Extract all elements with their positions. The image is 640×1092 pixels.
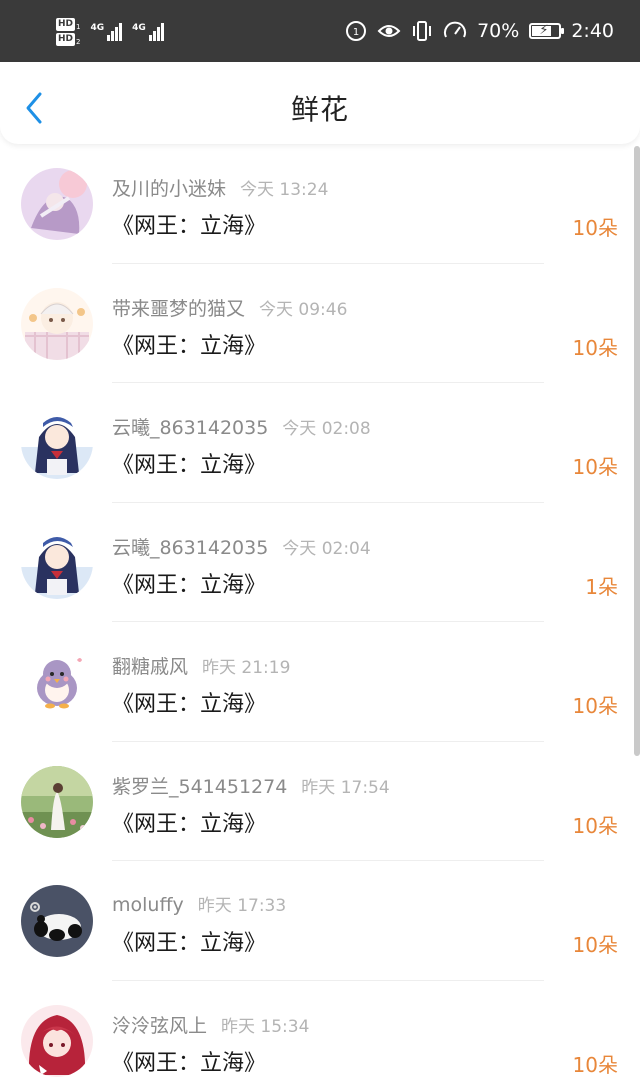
hd2-sub: 2 (76, 38, 81, 46)
book-title[interactable]: 《网王：立海》 (112, 328, 266, 360)
signal-icon: 4G (132, 23, 164, 41)
list-item[interactable]: 云曦_863142035 今天 02:04 《网王：立海》 1朵 (0, 502, 640, 622)
flower-list[interactable]: 及川的小迷妹 今天 13:24 《网王：立海》 10朵 带来噩梦的猫又 今天 09:46 《… (0, 144, 640, 1092)
timestamp: 昨天 17:54 (301, 777, 390, 798)
username[interactable]: 云曦_863142035 (112, 537, 268, 559)
data-saver-icon: 1 (346, 21, 367, 41)
flower-field-avatar[interactable] (21, 765, 93, 838)
flower-count: 10朵 (572, 335, 618, 360)
list-item[interactable]: 云曦_863142035 今天 02:08 《网王：立海》 10朵 (0, 383, 640, 503)
timestamp: 今天 02:04 (282, 538, 371, 559)
red-hair-girl-avatar[interactable] (21, 1004, 93, 1077)
vibrate-icon (413, 21, 432, 41)
panda-avatar[interactable] (21, 885, 93, 957)
timestamp: 今天 13:24 (240, 180, 329, 200)
book-title[interactable]: 《网王：立海》 (112, 806, 266, 838)
list-item[interactable]: moluffy 昨天 17:33 《网王：立海》 10朵 (0, 861, 640, 981)
timestamp: 今天 09:46 (259, 299, 348, 320)
username[interactable]: 带来噩梦的猫又 (112, 298, 245, 320)
signal1-label: 4G (90, 23, 105, 33)
flower-count: 10朵 (572, 1052, 618, 1077)
book-title[interactable]: 《网王：立海》 (112, 447, 266, 479)
user-line: 泠泠弦风上 昨天 15:34 (112, 1011, 309, 1038)
clock: 2:40 (571, 20, 614, 42)
flower-count: 10朵 (572, 813, 618, 838)
anime-girl-pink-avatar[interactable] (21, 168, 93, 240)
flower-count: 10朵 (572, 694, 618, 718)
timestamp: 今天 02:08 (282, 419, 371, 439)
status-right: 1 70% ⚡ 2:40 (345, 16, 614, 46)
username[interactable]: 云曦_863142035 (112, 417, 268, 439)
eye-comfort-icon (377, 25, 401, 37)
timestamp: 昨天 17:33 (197, 896, 287, 916)
scrollbar[interactable] (634, 146, 640, 756)
book-title[interactable]: 《网王：立海》 (112, 567, 266, 599)
signal-icon: 4G (90, 23, 123, 41)
hd1-sub: 1 (76, 23, 81, 31)
book-title[interactable]: 《网王：立海》 (112, 1045, 266, 1077)
list-item[interactable]: 带来噩梦的猫又 今天 09:46 《网王：立海》 10朵 (0, 263, 640, 383)
username[interactable]: 泠泠弦风上 (112, 1015, 207, 1037)
page-title: 鲜花 (290, 93, 349, 126)
timestamp: 昨天 21:19 (202, 658, 291, 678)
battery-percent: 70% (477, 20, 520, 42)
list-item[interactable]: 翻糖戚风 昨天 21:19 《网王：立海》 10朵 (0, 622, 640, 742)
list-item[interactable]: 泠泠弦风上 昨天 15:34 《网王：立海》 10朵 (0, 980, 640, 1092)
anime-girl-blue-avatar[interactable] (21, 526, 93, 599)
hd-icon: HD 1 HD 2 (56, 18, 80, 46)
user-line: 带来噩梦的猫又 今天 09:46 (112, 294, 347, 321)
username[interactable]: 及川的小迷妹 (112, 178, 226, 200)
username[interactable]: moluffy (112, 894, 184, 916)
flower-count: 10朵 (572, 455, 618, 479)
battery-icon: ⚡ (529, 23, 565, 39)
timestamp: 昨天 15:34 (221, 1016, 310, 1037)
book-title[interactable]: 《网王：立海》 (112, 208, 266, 240)
user-line: 紫罗兰_541451274 昨天 17:54 (112, 772, 390, 799)
user-line: 云曦_863142035 今天 02:04 (112, 533, 371, 560)
book-title[interactable]: 《网王：立海》 (112, 925, 266, 957)
hd2-label: HD (56, 33, 76, 46)
user-line: moluffy 昨天 17:33 (112, 891, 286, 916)
flower-count: 10朵 (572, 216, 618, 240)
header: 鲜花 (0, 62, 640, 144)
user-line: 翻糖戚风 昨天 21:19 (112, 652, 290, 679)
flower-count: 10朵 (572, 933, 618, 957)
penguin-avatar[interactable] (21, 646, 93, 718)
signal2-label: 4G (132, 23, 146, 33)
svg-text:1: 1 (353, 27, 359, 38)
speed-icon (444, 21, 467, 38)
chibi-boy-avatar[interactable] (21, 287, 93, 360)
hd1-label: HD (56, 18, 76, 31)
list-item[interactable]: 紫罗兰_541451274 昨天 17:54 《网王：立海》 10朵 (0, 741, 640, 861)
username[interactable]: 翻糖戚风 (112, 656, 188, 678)
anime-girl-blue-avatar[interactable] (21, 407, 93, 479)
username[interactable]: 紫罗兰_541451274 (112, 776, 287, 798)
status-left: HD 1 HD 2 4G 4G (56, 12, 164, 52)
book-title[interactable]: 《网王：立海》 (112, 686, 266, 718)
user-line: 云曦_863142035 今天 02:08 (112, 413, 371, 440)
status-bar: HD 1 HD 2 4G 4G 1 70% ⚡ 2:40 (0, 0, 640, 62)
user-line: 及川的小迷妹 今天 13:24 (112, 174, 328, 201)
flower-count: 1朵 (585, 574, 618, 599)
list-item[interactable]: 及川的小迷妹 今天 13:24 《网王：立海》 10朵 (0, 144, 640, 264)
